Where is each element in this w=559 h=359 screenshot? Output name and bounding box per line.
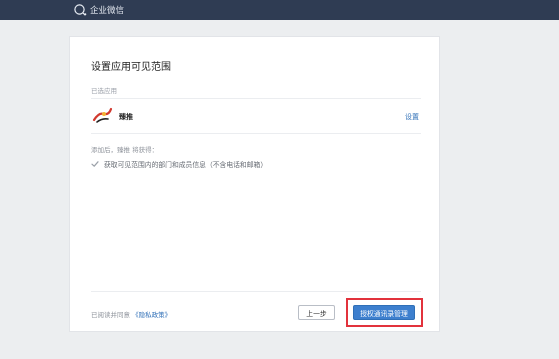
agreement-text: 已阅读并同意 《隐私政策》 — [91, 309, 171, 319]
wechat-work-icon — [74, 4, 87, 16]
privacy-policy-link[interactable]: 《隐私政策》 — [132, 311, 171, 319]
page-title: 设置应用可见范围 — [91, 62, 171, 73]
visibility-card: 设置应用可见范围 已选应用 臻推 设置 添加后，臻推 将获得： 获取可见范围内的… — [69, 36, 440, 332]
app-name: 臻推 — [119, 113, 133, 121]
permission-item: 获取可见范围内的部门和成员信息（不含电话和邮箱） — [91, 159, 267, 169]
divider — [91, 133, 421, 134]
authorize-contacts-button[interactable]: 授权通讯录管理 — [353, 305, 415, 320]
agreement-prefix: 已阅读并同意 — [91, 311, 130, 319]
zhentui-app-icon — [92, 107, 113, 123]
check-icon — [91, 161, 99, 167]
after-add-text: 添加后，臻推 将获得： — [91, 146, 159, 154]
top-bar: 企业微信 — [0, 0, 559, 20]
prev-step-button[interactable]: 上一步 — [298, 305, 335, 320]
divider — [91, 98, 421, 99]
selected-apps-label: 已选应用 — [91, 87, 117, 95]
app-row: 臻推 设置 — [91, 106, 421, 126]
brand-title: 企业微信 — [90, 6, 125, 16]
app-settings-link[interactable]: 设置 — [405, 112, 419, 122]
brand[interactable]: 企业微信 — [73, 3, 124, 17]
footer-divider — [91, 291, 421, 292]
permission-text: 获取可见范围内的部门和成员信息（不含电话和邮箱） — [104, 161, 268, 169]
